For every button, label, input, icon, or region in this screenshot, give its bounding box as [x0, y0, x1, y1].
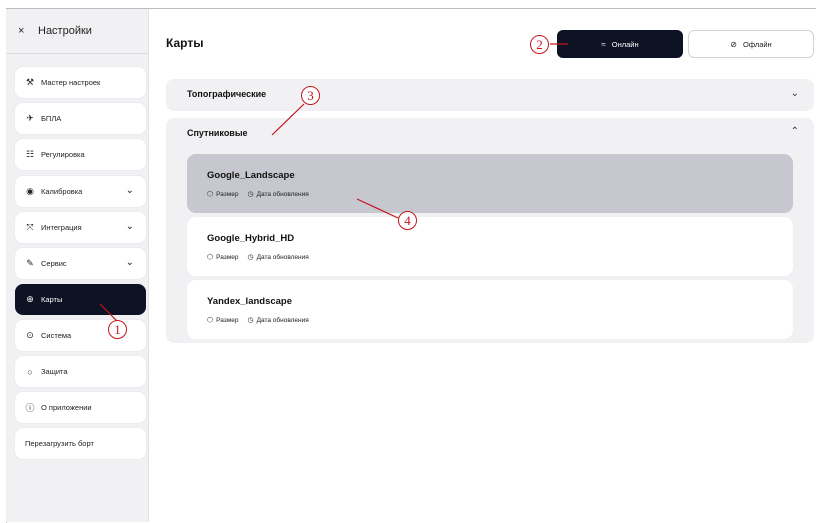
wifi-icon: ≈ [601, 39, 606, 49]
sidebar-item-regulation[interactable]: ☷ Регулировка [15, 139, 146, 170]
category-label: Топографические [187, 89, 267, 99]
map-name: Google_Landscape [207, 170, 295, 181]
sidebar-header: × Настройки [6, 9, 148, 54]
package-icon: ⬡ [207, 317, 214, 324]
map-item-yandex-landscape[interactable]: Yandex_landscape ⬡ Размер ◷ Дата обновле… [187, 280, 793, 339]
map-update-date: Дата обновления [256, 190, 309, 198]
category-topographic[interactable]: Топографические ⌄ [166, 79, 814, 111]
sidebar-item-about[interactable]: ⓘ О приложении [15, 392, 146, 423]
clock-icon: ◷ [247, 191, 254, 198]
sidebar-item-wizard[interactable]: ⚒ Мастер настроек [15, 67, 146, 98]
callout-2: 2 [530, 35, 549, 54]
sidebar-item-security[interactable]: ○ Защита [15, 356, 146, 387]
callout-4: 4 [398, 211, 417, 230]
sidebar-item-label: Защита [41, 367, 68, 376]
callout-1: 1 [108, 320, 127, 339]
map-size: Размер [216, 316, 239, 324]
map-update-date: Дата обновления [256, 253, 309, 261]
chevron-down-icon: ⌄ [125, 257, 134, 268]
category-satellite: Спутниковые ⌃ Google_Landscape ⬡ Размер … [166, 118, 814, 343]
sidebar-item-label: Сервис [41, 259, 67, 268]
online-mode-button[interactable]: ≈ Онлайн [557, 30, 683, 58]
chevron-down-icon: ⌄ [125, 221, 134, 232]
sidebar-item-system[interactable]: ⊙ Система [15, 320, 146, 351]
chevron-down-icon: ⌄ [790, 88, 799, 99]
close-icon[interactable]: × [18, 25, 30, 37]
chevron-down-icon: ⌄ [125, 185, 134, 196]
sliders-icon: ☷ [25, 149, 35, 159]
drone-icon: ✈ [26, 113, 34, 123]
map-meta: ⬡ Размер ◷ Дата обновления [207, 316, 309, 325]
category-label[interactable]: Спутниковые [187, 128, 248, 138]
map-meta: ⬡ Размер ◷ Дата обновления [207, 190, 309, 199]
clock-icon: ◷ [247, 317, 254, 324]
sidebar-item-uav[interactable]: ✈ БПЛА [15, 103, 146, 134]
wrench-icon: ✎ [26, 258, 34, 268]
map-item-google-landscape[interactable]: Google_Landscape ⬡ Размер ◷ Дата обновле… [187, 154, 793, 213]
page-title: Карты [166, 36, 204, 50]
clock-icon: ◷ [247, 254, 254, 261]
map-item-google-hybrid-hd[interactable]: Google_Hybrid_HD ⬡ Размер ◷ Дата обновле… [187, 217, 793, 276]
sidebar-item-service[interactable]: ✎ Сервис ⌄ [15, 248, 146, 279]
settings-sidebar: × Настройки ⚒ Мастер настроек ✈ БПЛА ☷ Р… [6, 9, 149, 522]
sidebar-item-label: Регулировка [41, 150, 85, 159]
sidebar-item-label: Мастер настроек [41, 78, 101, 87]
map-name: Yandex_landscape [207, 296, 293, 307]
offline-mode-label: Офлайн [742, 39, 772, 49]
sidebar-item-integration[interactable]: ⤧ Интеграция ⌄ [15, 212, 146, 243]
map-update-date: Дата обновления [256, 316, 309, 324]
sidebar-item-label: БПЛА [41, 114, 62, 123]
reboot-button-label: Перезагрузить борт [25, 439, 94, 448]
map-name: Google_Hybrid_HD [207, 233, 295, 244]
info-icon: ⓘ [25, 403, 35, 413]
reboot-button[interactable]: Перезагрузить борт [15, 428, 146, 459]
shield-icon: ○ [27, 366, 33, 377]
map-size: Размер [216, 190, 239, 198]
sidebar-item-label: Калибровка [41, 187, 83, 196]
sidebar-title: Настройки [38, 25, 92, 37]
package-icon: ⬡ [207, 191, 214, 198]
package-icon: ⬡ [207, 254, 214, 261]
online-mode-label: Онлайн [611, 39, 639, 49]
sidebar-item-maps[interactable]: ⊕ Карты [15, 284, 146, 315]
wand-icon: ⚒ [25, 77, 35, 87]
system-icon: ⊙ [26, 330, 34, 340]
sidebar-item-label: О приложении [41, 403, 92, 412]
calibration-icon: ◉ [26, 186, 34, 196]
sidebar-item-label: Система [41, 331, 72, 340]
offline-mode-button[interactable]: ⊘ Офлайн [688, 30, 814, 58]
integration-icon: ⤧ [26, 222, 34, 232]
globe-icon: ⊕ [26, 294, 34, 304]
chevron-up-icon[interactable]: ⌃ [791, 126, 799, 137]
map-size: Размер [216, 253, 239, 261]
callout-3: 3 [301, 86, 320, 105]
wifi-off-icon: ⊘ [730, 39, 737, 49]
sidebar-item-calibration[interactable]: ◉ Калибровка ⌄ [15, 176, 146, 207]
sidebar-item-label: Интеграция [41, 223, 82, 232]
sidebar-item-label: Карты [41, 295, 63, 304]
map-meta: ⬡ Размер ◷ Дата обновления [207, 253, 309, 262]
